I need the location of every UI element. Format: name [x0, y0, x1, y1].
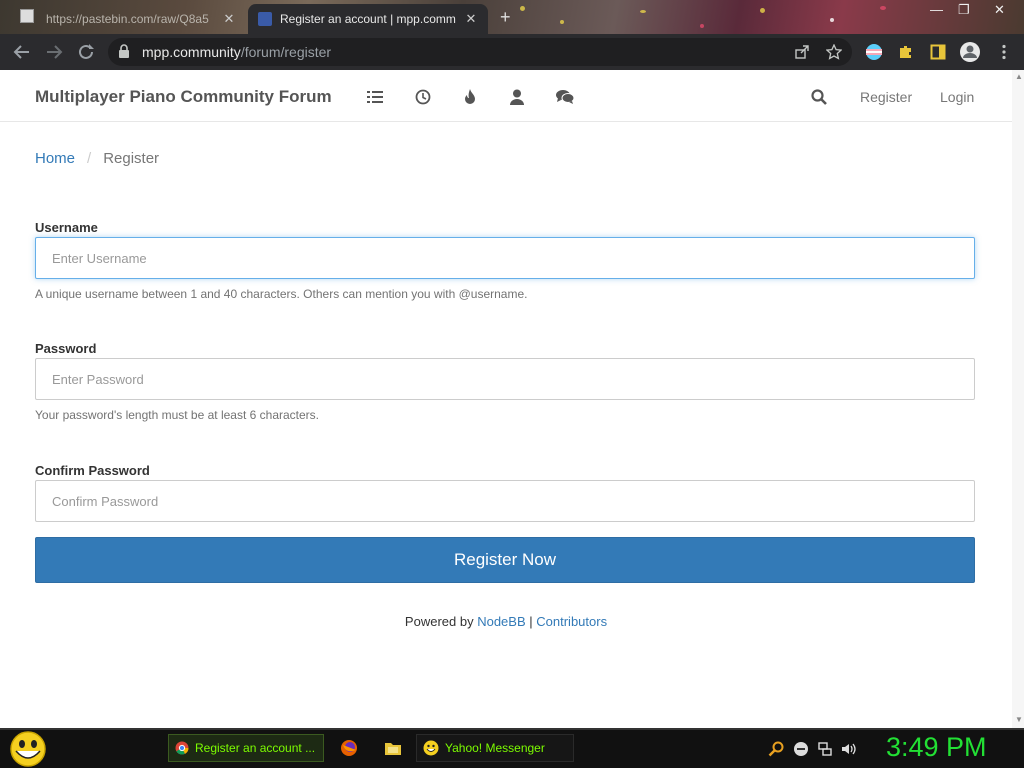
- browser-tab-pastebin[interactable]: https://pastebin.com/raw/Q8a5 ✕: [14, 4, 246, 34]
- tray-volume-icon[interactable]: [841, 741, 857, 757]
- lock-icon[interactable]: [118, 44, 130, 58]
- footer-separator: |: [529, 614, 533, 629]
- scroll-down-icon[interactable]: ▼: [1015, 715, 1023, 724]
- forward-arrow-icon[interactable]: [44, 42, 64, 62]
- login-nav-link[interactable]: Login: [940, 89, 974, 105]
- start-menu-smiley-icon[interactable]: [8, 731, 48, 767]
- confirm-password-input[interactable]: [35, 480, 975, 522]
- firefox-icon[interactable]: [340, 739, 358, 757]
- tab-close-icon[interactable]: ✕: [222, 11, 236, 27]
- side-panel-icon[interactable]: [928, 42, 948, 62]
- tab-title: Register an account | mpp.comm: [280, 12, 456, 26]
- search-icon[interactable]: [810, 88, 828, 106]
- share-icon[interactable]: [792, 42, 812, 62]
- back-arrow-icon[interactable]: [12, 42, 32, 62]
- breadcrumb-home[interactable]: Home: [35, 150, 75, 167]
- nodebb-link[interactable]: NodeBB: [477, 614, 525, 629]
- register-nav-link[interactable]: Register: [860, 89, 912, 105]
- reload-icon[interactable]: [76, 42, 96, 62]
- breadcrumb: Home / Register: [35, 150, 159, 167]
- file-manager-icon[interactable]: [384, 739, 402, 757]
- yahoo-messenger-icon: [423, 740, 439, 756]
- chrome-icon: [175, 741, 189, 755]
- taskbar-clock[interactable]: 3:49 PM: [886, 732, 987, 763]
- username-input[interactable]: [35, 237, 975, 279]
- maximize-icon[interactable]: ❐: [958, 2, 970, 18]
- contributors-link[interactable]: Contributors: [536, 614, 607, 629]
- url-host: mpp.community: [142, 44, 241, 60]
- tray-minus-icon[interactable]: [793, 741, 809, 757]
- extension-flag-icon[interactable]: [864, 42, 884, 62]
- taskbar-button-messenger[interactable]: Yahoo! Messenger: [416, 734, 574, 762]
- footer-powered-by: Powered by: [404, 614, 474, 629]
- pastebin-favicon-icon: [24, 12, 38, 26]
- url-text[interactable]: mpp.community/forum/register: [142, 44, 331, 60]
- register-now-button[interactable]: Register Now: [35, 537, 975, 583]
- forum-favicon-icon: [258, 12, 272, 26]
- clock-icon[interactable]: [414, 88, 432, 106]
- password-help-text: Your password's length must be at least …: [35, 408, 319, 422]
- comments-icon[interactable]: [555, 88, 575, 106]
- new-tab-icon[interactable]: +: [500, 8, 511, 26]
- taskbar-button-label: Register an account ...: [195, 741, 316, 755]
- bookmark-star-icon[interactable]: [824, 42, 844, 62]
- confirm-password-label: Confirm Password: [35, 463, 150, 478]
- breadcrumb-current: Register: [103, 150, 160, 167]
- browser-menu-icon[interactable]: [994, 42, 1014, 62]
- profile-avatar-icon[interactable]: [958, 40, 982, 64]
- tray-network-icon[interactable]: [817, 741, 833, 757]
- window-close-icon[interactable]: ✕: [994, 2, 1005, 18]
- extensions-puzzle-icon[interactable]: [896, 42, 916, 62]
- forum-brand[interactable]: Multiplayer Piano Community Forum: [35, 87, 332, 107]
- page-scrollbar[interactable]: ▲ ▼: [1012, 70, 1024, 728]
- minimize-icon[interactable]: —: [930, 2, 943, 17]
- footer: Powered by NodeBB | Contributors: [0, 614, 1012, 629]
- taskbar-button-browser[interactable]: Register an account ...: [168, 734, 324, 762]
- password-input[interactable]: [35, 358, 975, 400]
- breadcrumb-separator: /: [87, 150, 92, 167]
- username-help-text: A unique username between 1 and 40 chara…: [35, 287, 528, 301]
- password-label: Password: [35, 341, 97, 356]
- list-icon[interactable]: [366, 88, 384, 106]
- url-path: /forum/register: [240, 44, 332, 60]
- username-label: Username: [35, 220, 98, 235]
- tab-close-icon[interactable]: ✕: [464, 11, 478, 27]
- tab-title: https://pastebin.com/raw/Q8a5: [46, 12, 209, 26]
- browser-tab-register[interactable]: Register an account | mpp.comm ✕: [248, 4, 488, 34]
- tray-search-icon[interactable]: [768, 741, 784, 757]
- fire-icon[interactable]: [461, 88, 479, 106]
- taskbar-button-label: Yahoo! Messenger: [445, 741, 545, 755]
- scroll-up-icon[interactable]: ▲: [1015, 72, 1023, 81]
- user-icon[interactable]: [508, 88, 526, 106]
